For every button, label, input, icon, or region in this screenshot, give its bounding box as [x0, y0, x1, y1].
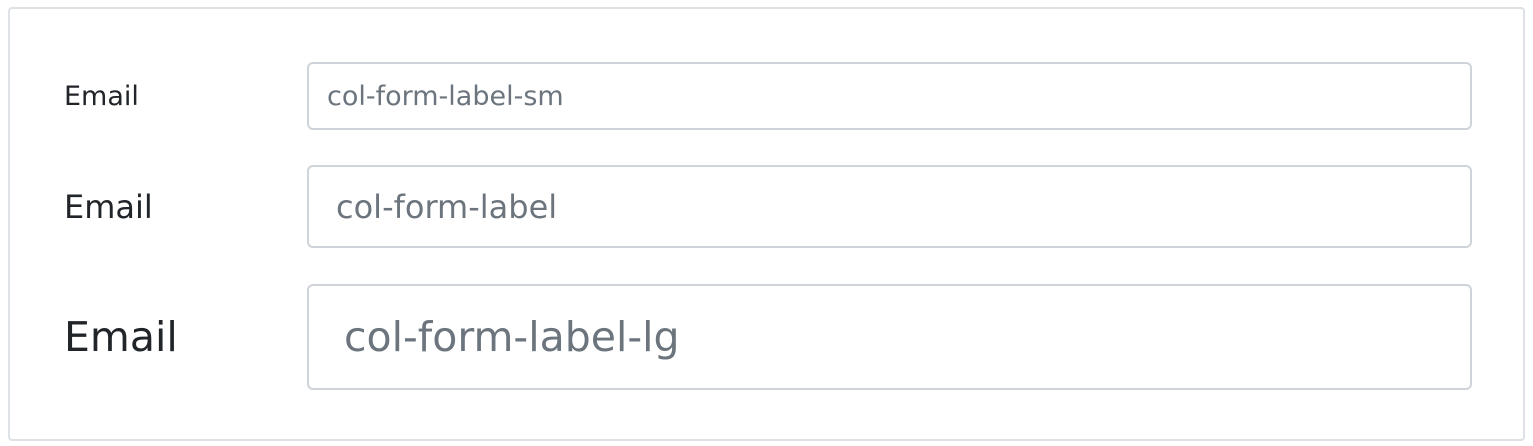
email-input-large[interactable]: [307, 284, 1472, 390]
email-label-default: Email: [64, 187, 153, 226]
form-row-default: Email: [10, 165, 1523, 248]
email-label-large: Email: [64, 313, 178, 361]
form-row-large: Email: [10, 284, 1523, 390]
form-row-small: Email: [10, 62, 1523, 130]
form-example-panel: Email Email Email: [8, 7, 1525, 441]
email-input-default[interactable]: [307, 165, 1472, 248]
email-input-small[interactable]: [307, 62, 1472, 130]
email-label-small: Email: [64, 80, 139, 112]
